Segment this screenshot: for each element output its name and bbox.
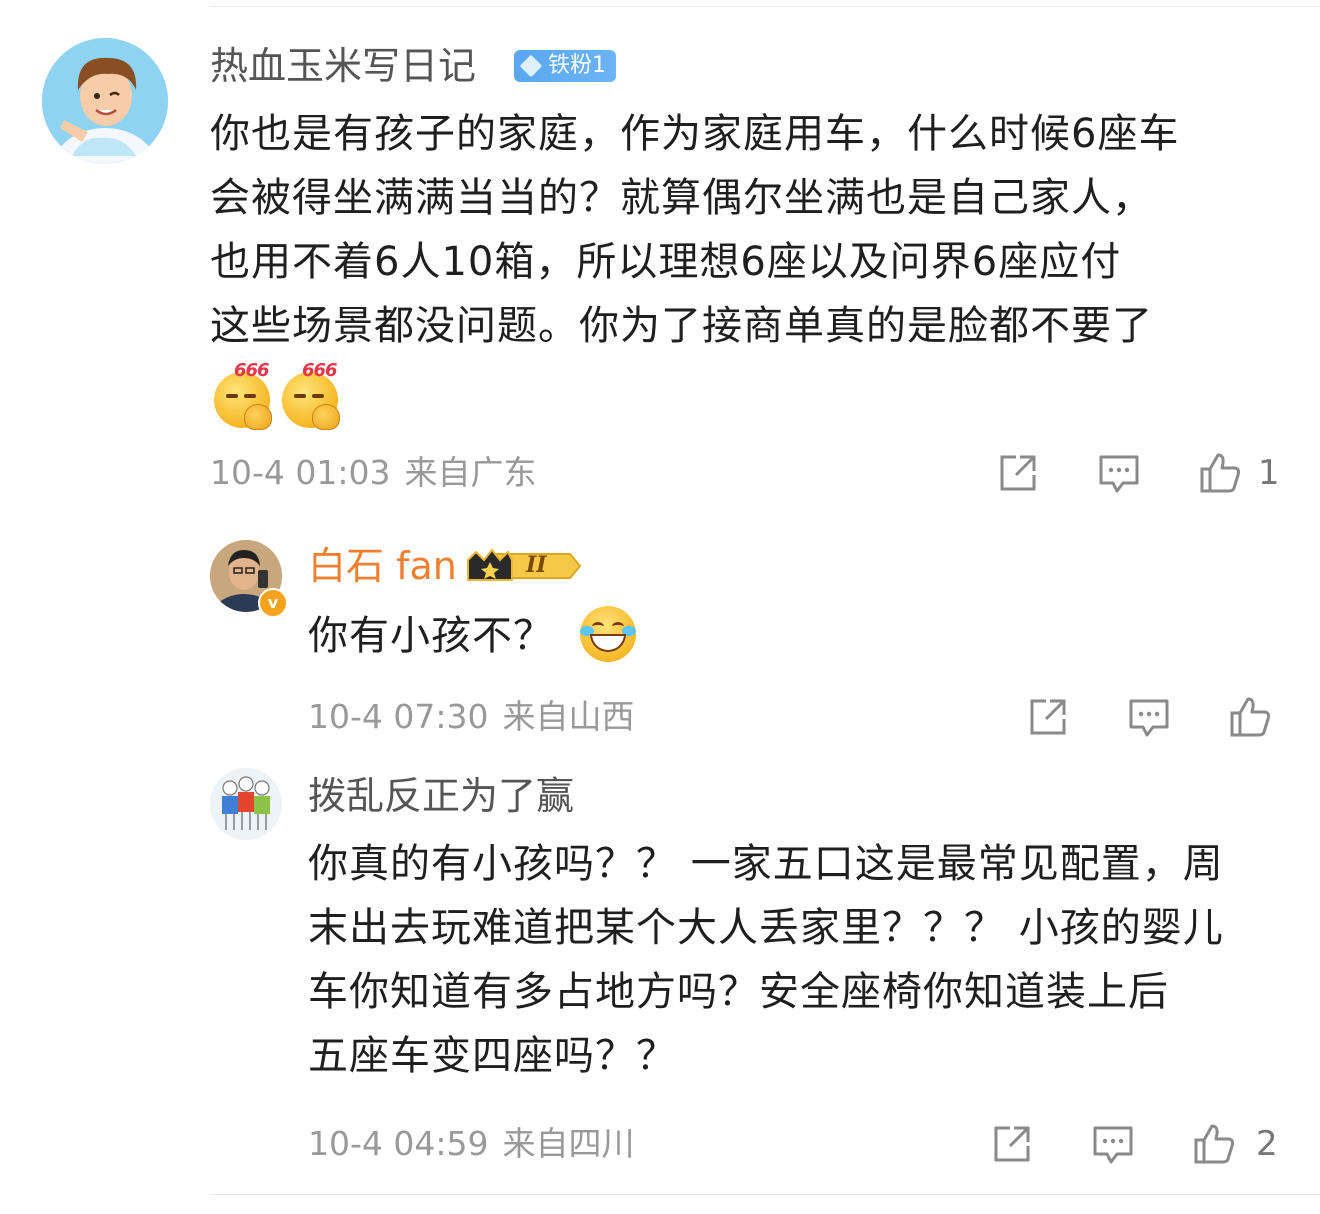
comment-icon[interactable] xyxy=(1091,1122,1135,1166)
verified-badge: v xyxy=(258,588,288,618)
comment-line: 你真的有小孩吗？？ 一家五口这是最常见配置，周 xyxy=(308,841,1224,887)
location: 来自山西 xyxy=(502,697,635,736)
vip-level: II xyxy=(526,552,547,578)
emoji-666-icon: 666 xyxy=(214,360,272,430)
author-name[interactable]: 热血玉米写日记 xyxy=(210,42,476,90)
like-count: 1 xyxy=(1258,453,1280,493)
comment-icon[interactable] xyxy=(1097,451,1141,495)
comment-meta: 10-4 04:59 来自四川 xyxy=(308,1122,635,1166)
timestamp: 10-4 04:59 xyxy=(308,1124,489,1163)
comment-icon[interactable] xyxy=(1127,695,1171,739)
like-count: 2 xyxy=(1256,1124,1278,1164)
emoji-666-label: 666 xyxy=(234,360,270,381)
vip-crown-badge[interactable]: II xyxy=(466,546,582,586)
comment-meta: 10-4 01:03 来自广东 xyxy=(210,451,537,495)
comment-text: 你真的有小孩吗？？ 一家五口这是最常见配置，周 末出去玩难道把某个大人丢家里？？… xyxy=(308,832,1224,1088)
share-icon[interactable] xyxy=(996,451,1040,495)
emoji-666-icon: 666 xyxy=(282,360,340,430)
thumbs-up-icon[interactable] xyxy=(1228,695,1272,739)
fan-badge[interactable]: 铁粉1 xyxy=(514,50,616,82)
avatar[interactable] xyxy=(42,38,168,164)
diamond-icon xyxy=(519,54,543,78)
avatar[interactable] xyxy=(210,768,282,840)
thumbs-up-icon[interactable] xyxy=(1192,1122,1236,1166)
share-icon[interactable] xyxy=(990,1122,1034,1166)
comment-meta: 10-4 07:30 来自山西 xyxy=(308,695,635,739)
author-name[interactable]: 拨乱反正为了赢 xyxy=(308,772,574,820)
comment-line: 五座车变四座吗？？ xyxy=(308,1033,677,1079)
comment-line: 末出去玩难道把某个大人丢家里？？？ 小孩的婴儿 xyxy=(308,905,1224,951)
share-icon[interactable] xyxy=(1026,695,1070,739)
comment-text: 你有小孩不？ xyxy=(308,604,554,668)
comment-line: 这些场景都没问题。你为了接商单真的是脸都不要了 xyxy=(210,303,1153,349)
emoji-666-label: 666 xyxy=(302,360,338,381)
top-divider xyxy=(210,6,1320,7)
author-name[interactable]: 白石 fan xyxy=(308,542,457,590)
comment-line: 你也是有孩子的家庭，作为家庭用车，什么时候6座车 xyxy=(210,111,1180,157)
fan-badge-label: 铁粉1 xyxy=(548,53,606,78)
bottom-divider xyxy=(210,1194,1320,1195)
comment-text: 你也是有孩子的家庭，作为家庭用车，什么时候6座车 会被得坐满满当当的？就算偶尔坐… xyxy=(210,102,1179,358)
location: 来自四川 xyxy=(502,1124,635,1163)
laugh-cry-emoji-icon xyxy=(580,606,636,662)
comment-line: 车你知道有多占地方吗？安全座椅你知道装上后 xyxy=(308,969,1169,1015)
thumbs-up-icon[interactable] xyxy=(1198,451,1242,495)
comment-line: 会被得坐满满当当的？就算偶尔坐满也是自己家人， xyxy=(210,175,1153,221)
comment-line: 也用不着6人10箱，所以理想6座以及问界6座应付 xyxy=(210,239,1122,285)
timestamp: 10-4 01:03 xyxy=(210,453,391,492)
location: 来自广东 xyxy=(404,453,537,492)
comment-line: 你有小孩不？ xyxy=(308,613,554,659)
timestamp: 10-4 07:30 xyxy=(308,697,489,736)
